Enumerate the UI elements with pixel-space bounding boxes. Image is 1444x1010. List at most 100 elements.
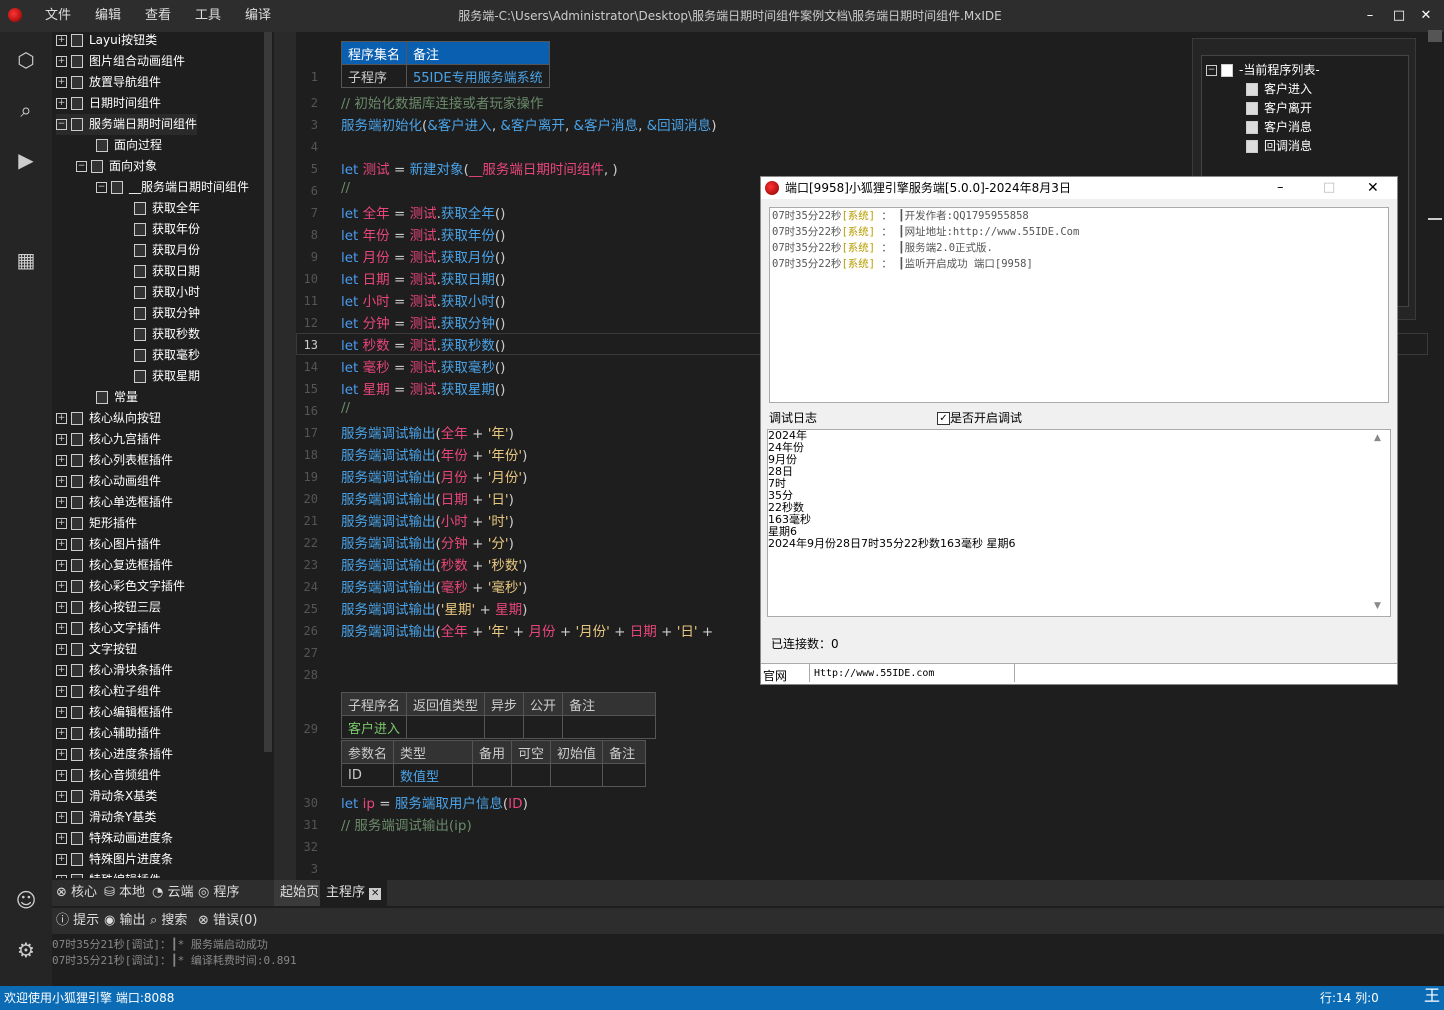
tree-node[interactable]: + 滑动条X基类 bbox=[56, 786, 157, 807]
expand-icon[interactable]: + bbox=[56, 665, 67, 676]
code-line[interactable]: 服务端调试输出(全年 + '年') bbox=[341, 422, 514, 442]
program-item[interactable]: 回调消息 bbox=[1246, 136, 1312, 157]
expand-icon[interactable]: + bbox=[56, 728, 67, 739]
code-line[interactable]: 服务端调试输出(小时 + '时') bbox=[341, 510, 514, 530]
expand-icon[interactable]: + bbox=[56, 602, 67, 613]
menu-view[interactable]: 查看 bbox=[145, 0, 171, 32]
code-line[interactable]: 服务端调试输出('星期' + 星期) bbox=[341, 598, 527, 618]
menu-tools[interactable]: 工具 bbox=[195, 0, 221, 32]
tree-node[interactable]: + 核心复选框插件 bbox=[56, 555, 173, 576]
menu-file[interactable]: 文件 bbox=[45, 0, 71, 32]
code-line[interactable]: let 星期 = 测试.获取星期() bbox=[341, 378, 505, 398]
cube-icon[interactable]: ⬡ bbox=[12, 46, 40, 74]
expand-icon[interactable]: + bbox=[56, 560, 67, 571]
tab-program[interactable]: ◎ 程序 bbox=[198, 880, 240, 906]
tree-node[interactable]: + 核心粒子组件 bbox=[56, 681, 161, 702]
code-line[interactable]: // 服务端调试输出(ip) bbox=[341, 814, 472, 834]
code-line[interactable]: 服务端初始化(&客户进入, &客户离开, &客户消息, &回调消息) bbox=[341, 114, 716, 134]
tree-scrollbar[interactable] bbox=[264, 32, 272, 752]
collapse-icon[interactable]: − bbox=[1206, 65, 1217, 76]
tree-node[interactable]: + 核心列表框插件 bbox=[56, 450, 173, 471]
user-icon[interactable]: ☺ bbox=[12, 886, 40, 914]
tab-local[interactable]: ⛁ 本地 bbox=[104, 880, 145, 906]
expand-icon[interactable]: + bbox=[56, 791, 67, 802]
editor-scroll-up[interactable] bbox=[1428, 30, 1442, 42]
expand-icon[interactable]: + bbox=[56, 518, 67, 529]
expand-icon[interactable]: + bbox=[56, 413, 67, 424]
grid-icon[interactable]: ▦ bbox=[12, 246, 40, 274]
tree-node-method[interactable]: 获取日期 bbox=[134, 261, 200, 282]
code-line[interactable]: let 小时 = 测试.获取小时() bbox=[341, 290, 505, 310]
expand-icon[interactable]: + bbox=[56, 854, 67, 865]
program-item[interactable]: 客户进入 bbox=[1246, 79, 1312, 100]
expand-icon[interactable]: + bbox=[56, 644, 67, 655]
gear-icon[interactable]: ⚙ bbox=[12, 936, 40, 964]
tree-node-method[interactable]: 获取分钟 bbox=[134, 303, 200, 324]
code-line[interactable]: // bbox=[341, 400, 350, 416]
tree-node[interactable]: + 矩形插件 bbox=[56, 513, 137, 534]
search-icon[interactable]: ⌕ bbox=[12, 96, 40, 124]
expand-icon[interactable]: + bbox=[56, 749, 67, 760]
tab-core[interactable]: ⊗ 核心 bbox=[56, 880, 97, 906]
code-line[interactable]: 服务端调试输出(秒数 + '秒数') bbox=[341, 554, 527, 574]
code-line[interactable]: let 全年 = 测试.获取全年() bbox=[341, 202, 505, 222]
tree-node[interactable]: + 特殊图片进度条 bbox=[56, 849, 173, 870]
dialog-close-button[interactable]: ✕ bbox=[1367, 177, 1379, 199]
expand-icon[interactable]: + bbox=[56, 707, 67, 718]
tab-main-program[interactable]: 主程序 ✕ bbox=[320, 880, 388, 906]
tree-node[interactable]: + 核心按钮三层 bbox=[56, 597, 161, 618]
code-line[interactable]: 服务端调试输出(全年 + '年' + 月份 + '月份' + 日期 + '日' … bbox=[341, 620, 713, 640]
code-line[interactable]: 服务端调试输出(日期 + '日') bbox=[341, 488, 514, 508]
expand-icon[interactable]: + bbox=[56, 770, 67, 781]
dialog-minimize-button[interactable]: – bbox=[1277, 177, 1284, 199]
tree-node-class[interactable]: − __服务端日期时间组件 bbox=[96, 177, 249, 198]
tree-node[interactable]: + 核心单选框插件 bbox=[56, 492, 173, 513]
code-line[interactable]: let 日期 = 测试.获取日期() bbox=[341, 268, 505, 288]
expand-icon[interactable]: + bbox=[56, 77, 67, 88]
tab-hints[interactable]: ⓘ 提示 bbox=[56, 908, 99, 934]
code-line[interactable]: let 年份 = 测试.获取年份() bbox=[341, 224, 505, 244]
tab-output[interactable]: ◉ 输出 bbox=[104, 908, 146, 934]
collapse-icon[interactable]: − bbox=[96, 182, 107, 193]
tree-node[interactable]: + 核心辅助插件 bbox=[56, 723, 161, 744]
tree-node[interactable]: + 滑动条Y基类 bbox=[56, 807, 156, 828]
expand-icon[interactable]: + bbox=[56, 581, 67, 592]
code-line[interactable]: let 毫秒 = 测试.获取毫秒() bbox=[341, 356, 505, 376]
tab-start-page[interactable]: 起始页 bbox=[274, 880, 326, 906]
expand-icon[interactable]: + bbox=[56, 539, 67, 550]
tree-node-method[interactable]: 获取星期 bbox=[134, 366, 200, 387]
tab-cloud[interactable]: ◔ 云端 bbox=[152, 880, 194, 906]
tree-node-method[interactable]: 获取年份 bbox=[134, 219, 200, 240]
tree-node-procedural[interactable]: 面向过程 bbox=[96, 135, 162, 156]
ime-indicator[interactable]: 王 bbox=[1424, 984, 1440, 1008]
program-item[interactable]: 客户消息 bbox=[1246, 117, 1312, 138]
tree-node[interactable]: + 核心九宫插件 bbox=[56, 429, 161, 450]
close-tab-icon[interactable]: ✕ bbox=[369, 888, 382, 900]
tree-node[interactable]: + 特殊编辑插件 bbox=[56, 870, 161, 878]
checkbox-checked-icon[interactable]: ✓ bbox=[937, 412, 950, 425]
menu-compile[interactable]: 编译 bbox=[245, 0, 271, 32]
tree-node[interactable]: + 核心音频组件 bbox=[56, 765, 161, 786]
tree-node[interactable]: + 日期时间组件 bbox=[56, 93, 161, 114]
code-line[interactable]: // 初始化数据库连接或者玩家操作 bbox=[341, 92, 543, 112]
tree-node[interactable]: + Layui按钮类 bbox=[56, 32, 157, 51]
code-line[interactable]: let 测试 = 新建对象(__服务端日期时间组件, ) bbox=[341, 158, 618, 178]
tree-node-method[interactable]: 获取秒数 bbox=[134, 324, 200, 345]
tree-node-method[interactable]: 获取小时 bbox=[134, 282, 200, 303]
code-line[interactable]: 服务端调试输出(毫秒 + '毫秒') bbox=[341, 576, 527, 596]
expand-icon[interactable]: + bbox=[56, 812, 67, 823]
expand-icon[interactable]: + bbox=[56, 455, 67, 466]
tree-node[interactable]: + 文字按钮 bbox=[56, 639, 137, 660]
tree-node[interactable]: + 核心滑块条插件 bbox=[56, 660, 173, 681]
tree-node-method[interactable]: 获取月份 bbox=[134, 240, 200, 261]
code-line[interactable]: let 月份 = 测试.获取月份() bbox=[341, 246, 505, 266]
expand-icon[interactable]: + bbox=[56, 56, 67, 67]
tree-node[interactable]: + 核心纵向按钮 bbox=[56, 408, 161, 429]
dialog-maximize-button[interactable]: □ bbox=[1323, 177, 1335, 199]
program-item[interactable]: 客户离开 bbox=[1246, 98, 1312, 119]
code-line[interactable]: 服务端调试输出(分钟 + '分') bbox=[341, 532, 514, 552]
play-icon[interactable]: ▶ bbox=[12, 146, 40, 174]
tab-search[interactable]: ⌕ 搜索 bbox=[150, 908, 187, 934]
code-line[interactable]: let ip = 服务端取用户信息(ID) bbox=[341, 792, 528, 812]
program-list-root[interactable]: − -当前程序列表- bbox=[1206, 60, 1320, 81]
